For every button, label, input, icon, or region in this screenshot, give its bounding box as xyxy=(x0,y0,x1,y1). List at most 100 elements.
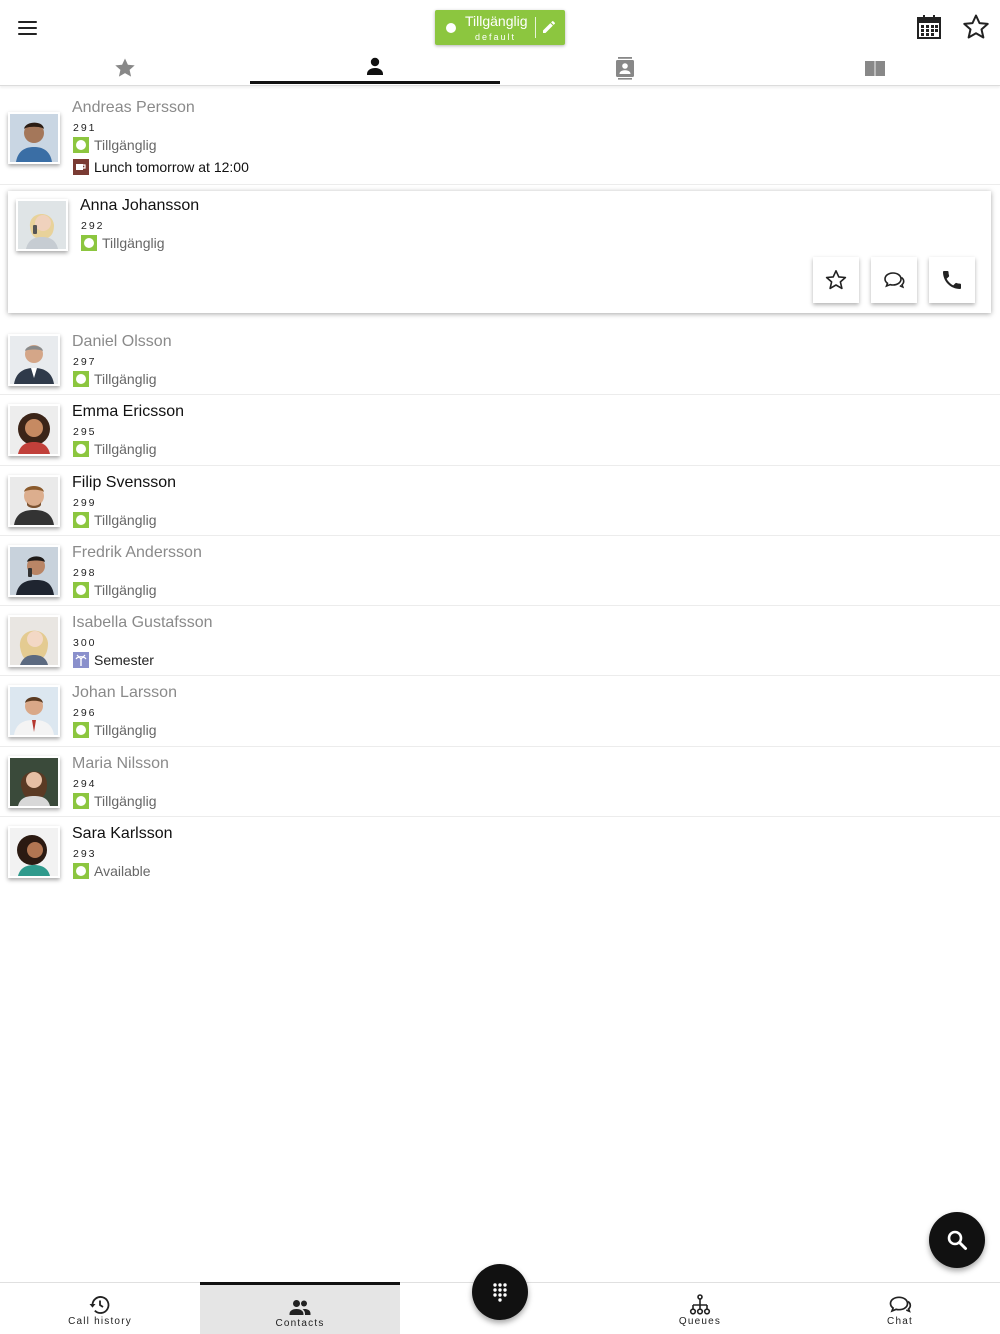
avatar xyxy=(8,112,60,164)
contact-extra-status-label: Lunch tomorrow at 12:00 xyxy=(94,159,249,175)
avatar xyxy=(8,685,60,738)
history-icon xyxy=(89,1296,110,1314)
contact-row[interactable]: Sara Karlsson 293 Available xyxy=(0,817,1000,887)
nav-label: Contacts xyxy=(275,1318,325,1329)
contact-row-expanded[interactable]: Anna Johansson 292 Tillgänglig xyxy=(0,185,1000,325)
contact-status-label: Tillgänglig xyxy=(94,511,157,528)
contact-name: Emma Ericsson xyxy=(72,403,185,421)
dialpad-icon xyxy=(493,1283,507,1302)
available-status-icon xyxy=(73,581,89,598)
nav-call-history[interactable]: Call history xyxy=(0,1283,200,1334)
avatar xyxy=(8,615,60,668)
contact-extension: 297 xyxy=(73,356,97,368)
lunch-cup-icon xyxy=(73,159,89,175)
star-outline-icon[interactable] xyxy=(961,12,991,42)
vacation-palm-icon xyxy=(73,652,89,669)
avatar xyxy=(8,334,60,386)
contact-extension: 296 xyxy=(73,707,97,720)
nav-label: Chat xyxy=(887,1316,913,1327)
contact-row[interactable]: Andreas Persson 291 Tillgänglig Lunch to… xyxy=(0,90,1000,185)
contact-name: Anna Johansson xyxy=(80,197,200,214)
hamburger-menu-icon[interactable] xyxy=(14,14,42,42)
call-button[interactable] xyxy=(929,257,975,303)
tab-contacts[interactable] xyxy=(500,50,750,85)
contacts-icon xyxy=(289,1300,311,1315)
contact-status: Tillgänglig xyxy=(81,235,165,251)
nav-label: Queues xyxy=(678,1316,722,1327)
presence-status-button[interactable]: Tillgänglig default xyxy=(435,10,565,45)
contact-status: Tillgänglig xyxy=(73,137,157,153)
contact-row[interactable]: Filip Svensson 299 Tillgänglig xyxy=(0,466,1000,536)
avatar xyxy=(8,826,60,879)
available-status-icon xyxy=(73,722,89,739)
contact-name: Isabella Gustafsson xyxy=(72,614,213,632)
queues-icon xyxy=(689,1294,711,1315)
chat-icon xyxy=(889,1296,912,1313)
contact-row[interactable]: Maria Nilsson 294 Tillgänglig xyxy=(0,747,1000,818)
nav-contacts[interactable]: Contacts xyxy=(200,1282,400,1334)
contact-status: Tillgänglig xyxy=(73,581,157,598)
pill-divider xyxy=(535,17,536,38)
avatar xyxy=(8,474,60,527)
presence-profile-label: default xyxy=(475,32,517,42)
contact-status: Tillgänglig xyxy=(73,792,157,809)
contact-row[interactable]: Fredrik Andersson 298 Tillgänglig xyxy=(0,536,1000,607)
available-status-icon xyxy=(81,235,97,251)
book-icon xyxy=(865,60,885,76)
contact-extension: 291 xyxy=(73,122,97,134)
contact-card-icon xyxy=(616,56,634,80)
contact-row[interactable]: Daniel Olsson 297 Tillgänglig xyxy=(0,325,1000,396)
contact-row[interactable]: Isabella Gustafsson 300 Semester xyxy=(0,606,1000,677)
contact-actions xyxy=(813,257,975,303)
available-status-icon xyxy=(73,441,89,458)
star-outline-icon xyxy=(825,270,847,290)
contact-status-label: Semester xyxy=(94,652,154,669)
nav-queues[interactable]: Queues xyxy=(600,1283,800,1334)
available-status-icon xyxy=(73,792,89,809)
contact-status-label: Tillgänglig xyxy=(94,137,157,153)
contact-name: Filip Svensson xyxy=(72,473,177,491)
contact-status-label: Tillgänglig xyxy=(94,581,157,598)
search-button[interactable] xyxy=(929,1212,985,1268)
contact-status: Tillgänglig xyxy=(73,441,157,458)
calendar-icon[interactable] xyxy=(914,12,944,42)
contact-status-label: Tillgänglig xyxy=(94,722,157,739)
contact-extension: 294 xyxy=(73,777,97,790)
status-dot-icon xyxy=(446,23,456,33)
contact-name: Daniel Olsson xyxy=(72,333,172,350)
contact-extension: 293 xyxy=(73,848,97,861)
contact-status-label: Tillgänglig xyxy=(94,792,157,809)
contact-card: Anna Johansson 292 Tillgänglig xyxy=(8,191,991,313)
contact-extension: 299 xyxy=(73,496,97,509)
tab-colleagues[interactable] xyxy=(250,50,500,84)
contact-status: Semester xyxy=(73,652,154,669)
available-status-icon xyxy=(73,137,89,153)
avatar xyxy=(16,199,68,251)
contact-name: Fredrik Andersson xyxy=(72,543,202,561)
contact-name: Sara Karlsson xyxy=(72,825,173,843)
phone-icon xyxy=(943,271,961,289)
avatar xyxy=(8,404,60,457)
tab-phonebook[interactable] xyxy=(750,50,1000,85)
search-icon xyxy=(947,1230,967,1250)
contact-status-label: Tillgänglig xyxy=(94,371,157,387)
contact-row[interactable]: Emma Ericsson 295 Tillgänglig xyxy=(0,395,1000,466)
available-status-icon xyxy=(73,511,89,528)
contact-status: Tillgänglig xyxy=(73,371,157,387)
star-icon xyxy=(115,58,135,77)
person-icon xyxy=(367,57,383,75)
edit-pencil-icon[interactable] xyxy=(541,19,557,35)
contact-extra-status: Lunch tomorrow at 12:00 xyxy=(73,159,249,175)
contact-status: Tillgänglig xyxy=(73,511,157,528)
add-favorite-button[interactable] xyxy=(813,257,859,303)
contact-extension: 300 xyxy=(73,637,97,650)
available-status-icon xyxy=(73,863,89,880)
contact-status-label: Tillgänglig xyxy=(94,441,157,458)
nav-chat[interactable]: Chat xyxy=(800,1283,1000,1334)
chat-icon xyxy=(884,272,905,289)
dialpad-button[interactable] xyxy=(472,1264,528,1320)
contact-extension: 298 xyxy=(73,566,97,579)
tab-favorites[interactable] xyxy=(0,50,250,85)
chat-button[interactable] xyxy=(871,257,917,303)
contact-row[interactable]: Johan Larsson 296 Tillgänglig xyxy=(0,676,1000,747)
